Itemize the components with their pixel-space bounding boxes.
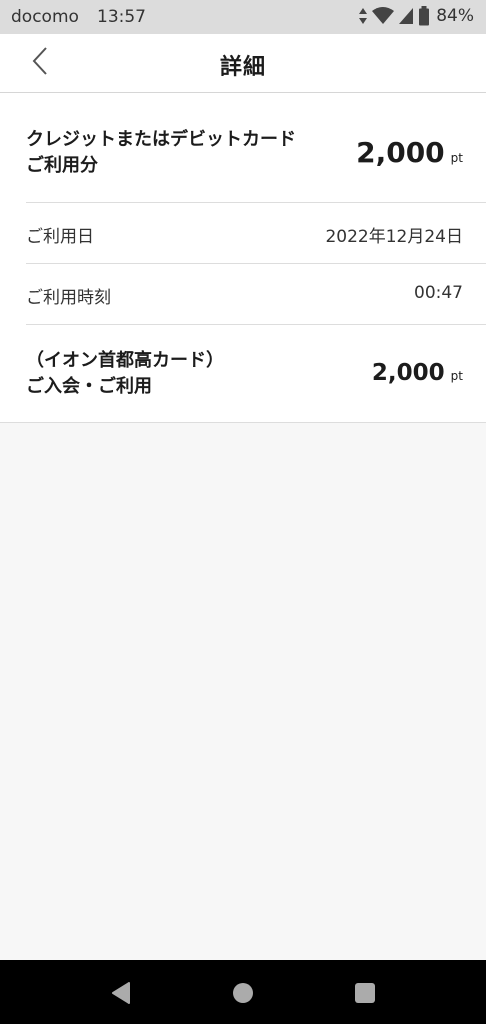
recents-square-icon (350, 983, 380, 1012)
usage-time-row: ご利用時刻 00:47 (26, 264, 486, 325)
status-clock: 13:57 (97, 7, 146, 27)
points-summary-row: クレジットまたはデビットカード ご利用分 2,000 pt (26, 93, 486, 203)
points-item-amount-value: 2,000 (371, 360, 445, 386)
usage-time-label: ご利用時刻 (26, 288, 111, 308)
nav-back-button[interactable] (107, 978, 137, 1008)
home-circle-icon (228, 983, 258, 1012)
wifi-icon (372, 7, 395, 25)
points-item-unit: pt (450, 369, 463, 383)
points-source-label: クレジットまたはデビットカード ご利用分 (26, 127, 296, 179)
points-amount-value: 2,000 (356, 136, 445, 169)
usage-time-value: 00:47 (414, 283, 463, 303)
battery-icon (418, 6, 430, 26)
points-amount: 2,000 pt (356, 136, 463, 169)
points-source-label-line1: クレジットまたはデビットカード (26, 129, 296, 150)
usage-date-label: ご利用日 (26, 227, 94, 247)
status-bar: docomo 13:57 84% (0, 0, 486, 34)
usage-date-row: ご利用日 2022年12月24日 (26, 203, 486, 264)
back-triangle-icon (107, 982, 137, 1012)
system-nav-bar (0, 960, 486, 1024)
points-item-row: （イオン首都高カード） ご入会・ご利用 2,000 pt (0, 325, 486, 423)
points-source-label-line2: ご利用分 (26, 155, 98, 176)
page-title: 詳細 (219, 55, 266, 80)
carrier-name: docomo (11, 7, 79, 27)
usage-date-value: 2022年12月24日 (325, 227, 463, 247)
nav-recents-button[interactable] (350, 978, 380, 1008)
signal-icon (398, 7, 414, 25)
status-icons: 84% (358, 6, 474, 26)
data-arrows-icon (358, 7, 368, 25)
points-item-label-line1: （イオン首都高カード） (26, 350, 224, 371)
battery-percent: 84% (436, 6, 474, 26)
screen: docomo 13:57 84% 詳細 クレジットまたはデビットカード ご利用分… (0, 0, 486, 1024)
points-item-label-line2: ご入会・ご利用 (26, 376, 152, 397)
points-item-label: （イオン首都高カード） ご入会・ご利用 (26, 348, 224, 400)
app-header: 詳細 (0, 34, 486, 93)
points-item-amount: 2,000 pt (372, 360, 463, 386)
points-unit: pt (450, 151, 463, 165)
detail-list: クレジットまたはデビットカード ご利用分 2,000 pt ご利用日 2022年1… (0, 93, 486, 423)
nav-home-button[interactable] (228, 978, 258, 1008)
